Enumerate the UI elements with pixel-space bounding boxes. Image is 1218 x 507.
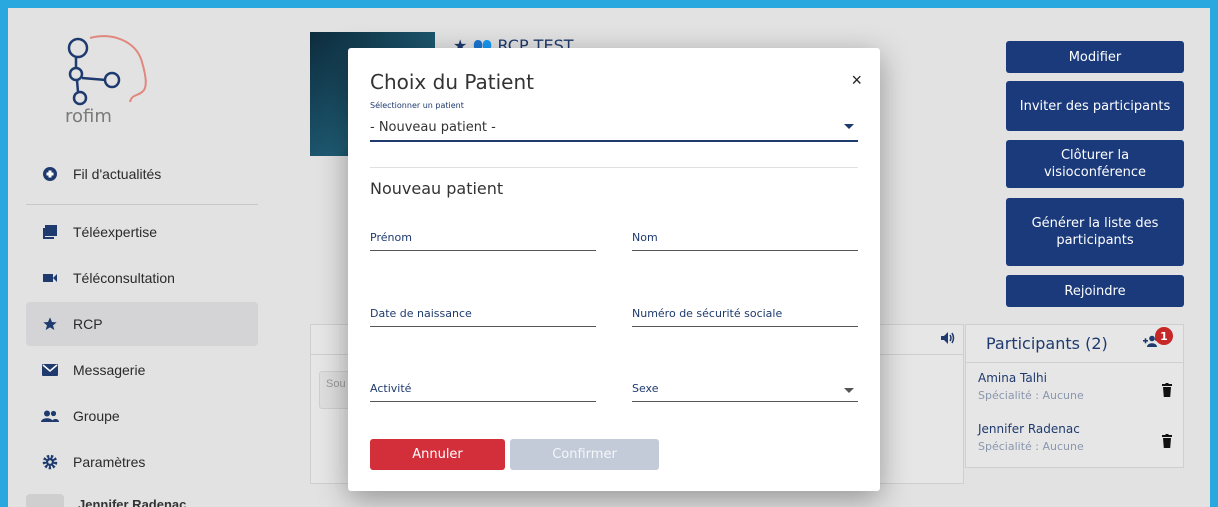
notification-badge: 1 — [1155, 327, 1173, 345]
sidebar-item-teleexpertise[interactable]: Téléexpertise — [26, 210, 258, 254]
patient-select-value: - Nouveau patient - — [370, 120, 496, 135]
patient-choice-modal: Choix du Patient × Sélectionner un patie… — [348, 48, 880, 491]
securite-sociale-placeholder: Numéro de sécurité sociale — [632, 307, 783, 320]
confirm-button[interactable]: Confirmer — [510, 439, 659, 470]
avatar — [26, 494, 64, 507]
cloturer-button[interactable]: Clôturer la visioconférence — [1006, 140, 1184, 188]
participants-title: Participants (2) — [986, 334, 1108, 353]
sidebar-item-label: Téléconsultation — [73, 270, 175, 286]
gear-icon — [41, 453, 59, 471]
participants-header: Participants (2) 1 — [966, 325, 1183, 363]
participant-name: Jennifer Radenac — [978, 422, 1080, 436]
mail-icon — [41, 361, 59, 379]
sidebar-item-rcp[interactable]: RCP — [26, 302, 258, 346]
nom-placeholder: Nom — [632, 231, 658, 244]
news-icon — [41, 165, 59, 183]
sidebar-item-label: Téléexpertise — [73, 224, 158, 240]
volume-icon[interactable] — [941, 332, 955, 347]
participant-name: Amina Talhi — [978, 371, 1047, 385]
sexe-placeholder: Sexe — [632, 382, 659, 395]
participants-panel: Participants (2) 1 Amina Talhi Spécialit… — [965, 324, 1184, 468]
date-naissance-placeholder: Date de naissance — [370, 307, 472, 320]
close-icon[interactable]: × — [851, 70, 862, 91]
current-user[interactable]: Jennifer Radenac — [26, 494, 258, 507]
user-name: Jennifer Radenac — [78, 496, 187, 507]
trash-icon[interactable] — [1162, 383, 1172, 397]
sexe-select[interactable]: Sexe — [632, 378, 858, 402]
sidebar-item-fil-actualites[interactable]: Fil d'actualités — [26, 152, 258, 196]
securite-sociale-field[interactable]: Numéro de sécurité sociale — [632, 303, 858, 327]
sidebar-item-parametres[interactable]: Paramètres — [26, 440, 258, 484]
patient-select-label: Sélectionner un patient — [370, 101, 464, 110]
participant-item: Amina Talhi Spécialité : Aucune — [978, 371, 1178, 411]
chevron-down-icon — [844, 124, 854, 129]
cancel-button[interactable]: Annuler — [370, 439, 505, 470]
group-icon — [41, 407, 59, 425]
participant-item: Jennifer Radenac Spécialité : Aucune — [978, 422, 1178, 462]
patient-select[interactable]: - Nouveau patient - — [370, 116, 858, 142]
sidebar-item-groupe[interactable]: Groupe — [26, 394, 258, 438]
video-icon — [41, 269, 59, 287]
trash-icon[interactable] — [1162, 434, 1172, 448]
sidebar: rofim Fil d'actualités Téléexpertise Tél… — [8, 8, 273, 507]
sidebar-divider — [26, 204, 258, 205]
sidebar-item-label: Paramètres — [73, 454, 146, 470]
activite-field[interactable]: Activité — [370, 378, 596, 402]
nom-field[interactable]: Nom — [632, 227, 858, 251]
sidebar-item-label: Messagerie — [73, 362, 146, 378]
modifier-button[interactable]: Modifier — [1006, 41, 1184, 73]
book-icon — [41, 223, 59, 241]
sidebar-item-teleconsultation[interactable]: Téléconsultation — [26, 256, 258, 300]
activite-placeholder: Activité — [370, 382, 412, 395]
date-naissance-field[interactable]: Date de naissance — [370, 303, 596, 327]
generer-button[interactable]: Générer la liste des participants — [1006, 198, 1184, 266]
section-title: Nouveau patient — [370, 179, 504, 198]
chevron-down-icon — [844, 388, 854, 393]
participant-specialty: Spécialité : Aucune — [978, 440, 1084, 453]
logo-text: rofim — [65, 106, 112, 127]
divider — [370, 167, 858, 168]
sidebar-item-label: RCP — [73, 316, 103, 332]
prenom-field[interactable]: Prénom — [370, 227, 596, 251]
participant-specialty: Spécialité : Aucune — [978, 389, 1084, 402]
sidebar-item-label: Fil d'actualités — [73, 166, 162, 182]
sidebar-item-messagerie[interactable]: Messagerie — [26, 348, 258, 392]
modal-title: Choix du Patient — [370, 70, 534, 94]
inviter-button[interactable]: Inviter des participants — [1006, 81, 1184, 131]
prenom-placeholder: Prénom — [370, 231, 412, 244]
star-icon — [41, 315, 59, 333]
rejoindre-button[interactable]: Rejoindre — [1006, 275, 1184, 307]
sidebar-item-label: Groupe — [73, 408, 120, 424]
